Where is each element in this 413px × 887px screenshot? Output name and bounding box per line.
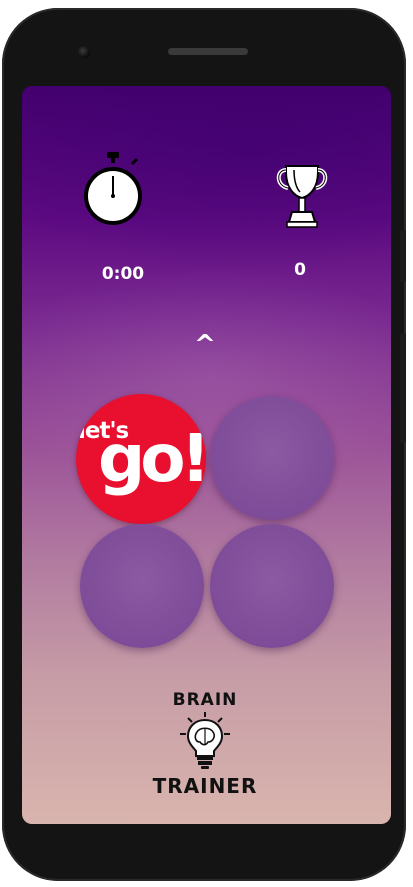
trophy-icon <box>276 165 328 228</box>
question-text: ^ <box>194 330 216 360</box>
earpiece-speaker <box>168 48 248 55</box>
answer-button-1[interactable] <box>210 396 334 520</box>
volume-button <box>400 333 406 443</box>
logo-bottom-text: TRAINER <box>152 774 258 798</box>
stopwatch-icon <box>84 152 142 225</box>
phone-frame: 0:00 0 ^ let's go! BRAIN TRAINER <box>2 8 406 881</box>
answer-button-2[interactable] <box>80 524 204 648</box>
logo-top-text: BRAIN <box>172 690 238 710</box>
front-camera <box>78 46 90 58</box>
lightbulb-brain-icon <box>180 712 230 769</box>
power-button <box>400 230 406 282</box>
answer-button-3[interactable] <box>210 524 334 648</box>
brain-trainer-logo: BRAIN TRAINER <box>150 686 260 804</box>
go-button[interactable]: let's go! <box>76 394 206 524</box>
score-value: 0 <box>294 260 306 280</box>
timer-value: 0:00 <box>101 264 145 284</box>
app-screen: 0:00 0 ^ let's go! BRAIN TRAINER <box>22 86 391 824</box>
go-button-go-label: go! <box>98 420 206 497</box>
